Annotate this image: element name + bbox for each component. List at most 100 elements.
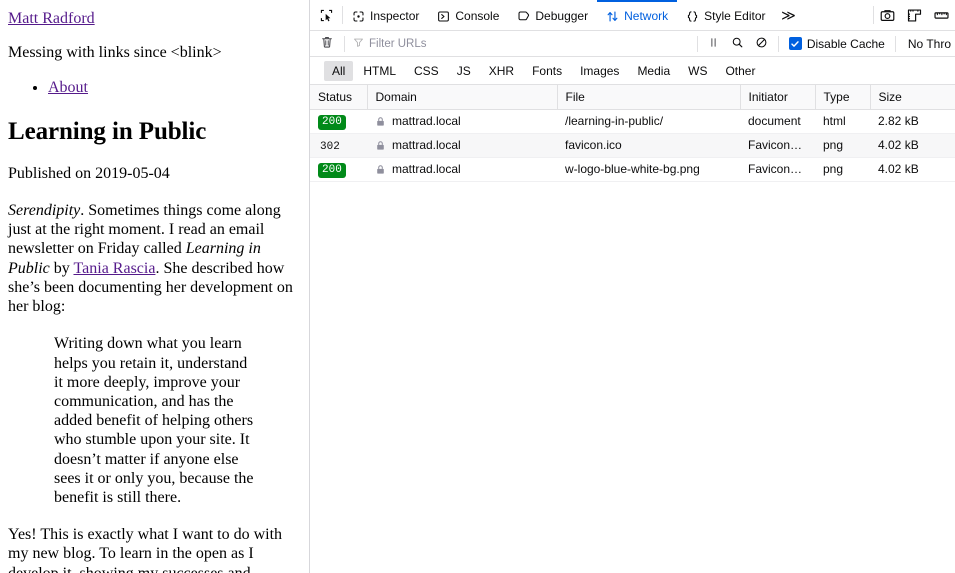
- inspector-icon: [352, 9, 365, 23]
- site-tagline: Messing with links since <blink>: [8, 44, 222, 61]
- nav-link-about[interactable]: About: [48, 79, 88, 96]
- domain-wrapper: mattrad.local: [375, 114, 549, 128]
- table-row[interactable]: 302 mattrad.local favicon.ico FaviconLo……: [310, 133, 955, 158]
- table-row[interactable]: 200 mattrad.local: [310, 157, 955, 182]
- site-title-link[interactable]: Matt Radford: [8, 10, 95, 28]
- pause-recording-button[interactable]: [702, 33, 726, 55]
- cell-initiator: document: [740, 109, 815, 134]
- toolbar-divider: [344, 35, 345, 52]
- cell-type: html: [815, 109, 870, 134]
- cell-type: png: [815, 157, 870, 182]
- funnel-icon: [353, 37, 364, 51]
- responsive-design-mode-icon[interactable]: [901, 0, 928, 30]
- cell-initiator[interactable]: FaviconLo…: [740, 157, 815, 182]
- devtools-toolbar-right: [873, 0, 955, 30]
- column-header-size[interactable]: Size: [870, 85, 955, 110]
- toolbar-divider: [894, 35, 896, 52]
- cell-status: 200: [310, 157, 367, 182]
- cell-initiator[interactable]: FaviconLo…: [740, 133, 815, 158]
- filter-pill-media[interactable]: Media: [629, 61, 678, 81]
- intro-lead-emphasis: Serendipity: [8, 202, 81, 220]
- table-row[interactable]: 200 mattrad.local: [310, 109, 955, 134]
- filter-pill-xhr[interactable]: XHR: [481, 61, 522, 81]
- filter-pill-css[interactable]: CSS: [406, 61, 447, 81]
- intro-paragraph: Serendipity. Sometimes things come along…: [8, 201, 301, 316]
- browser-window: Matt Radford Messing with links since <b…: [0, 0, 955, 573]
- network-requests-table-container: Status Domain File Initiator Type Size 2…: [310, 85, 955, 573]
- tab-label: Debugger: [535, 9, 589, 23]
- tab-label: Style Editor: [704, 9, 766, 23]
- search-icon: [731, 36, 744, 52]
- tab-label: Console: [455, 9, 500, 23]
- table-body: 200 mattrad.local /learning-in-public/ d…: [310, 109, 955, 182]
- cell-size: 4.02 kB: [870, 133, 955, 158]
- tab-style-editor[interactable]: Style Editor: [677, 0, 774, 30]
- trash-icon: [320, 35, 334, 52]
- tab-label: Inspector: [370, 9, 420, 23]
- site-nav-list: About: [8, 78, 301, 97]
- toolbar-divider: [696, 35, 698, 52]
- filter-pill-other[interactable]: Other: [717, 61, 763, 81]
- filter-pill-js[interactable]: JS: [449, 61, 479, 81]
- disable-cache-checkbox[interactable]: Disable Cache: [783, 37, 891, 51]
- search-requests-button[interactable]: [726, 33, 750, 55]
- filter-pill-html[interactable]: HTML: [355, 61, 404, 81]
- request-type-filters: All HTML CSS JS XHR Fonts Images Media W…: [310, 57, 955, 85]
- filter-pill-ws[interactable]: WS: [680, 61, 715, 81]
- network-icon: [606, 10, 619, 23]
- filter-urls-input[interactable]: Filter URLs: [349, 34, 693, 54]
- list-item: About: [48, 78, 301, 97]
- column-header-status[interactable]: Status: [310, 85, 368, 110]
- console-icon: [437, 10, 450, 23]
- tab-console[interactable]: Console: [428, 0, 508, 30]
- filter-pill-all[interactable]: All: [324, 60, 354, 81]
- cell-file: w-logo-blue-white-bg.png: [557, 157, 740, 182]
- tab-label: Network: [624, 9, 669, 23]
- closing-paragraph: Yes! This is exactly what I want to do w…: [8, 526, 283, 573]
- domain-wrapper: mattrad.local: [375, 138, 549, 152]
- published-date: Published on 2019-05-04: [8, 165, 170, 183]
- tab-inspector[interactable]: Inspector: [343, 0, 428, 30]
- element-picker-icon[interactable]: [310, 0, 342, 30]
- lock-icon: [375, 164, 386, 175]
- filter-urls-placeholder: Filter URLs: [369, 37, 427, 50]
- blockquote-text: Writing down what you learn helps you re…: [54, 335, 254, 506]
- status-badge: 200: [318, 114, 346, 130]
- tania-rascia-link[interactable]: Tania Rascia: [73, 260, 155, 277]
- debugger-icon: [517, 10, 530, 23]
- domain-text: mattrad.local: [392, 138, 461, 152]
- domain-wrapper: mattrad.local: [375, 162, 549, 176]
- domain-text: mattrad.local: [392, 114, 461, 128]
- lock-icon: [375, 116, 386, 127]
- style-editor-icon: [686, 10, 699, 23]
- filter-pill-images[interactable]: Images: [572, 61, 627, 81]
- page-title: Learning in Public: [8, 117, 207, 145]
- tabs-overflow-icon[interactable]: ≫: [774, 0, 802, 30]
- toolbar-divider: [777, 35, 779, 52]
- status-badge: 200: [318, 162, 346, 178]
- throttling-dropdown[interactable]: No Thro: [900, 37, 951, 51]
- clear-requests-button[interactable]: [314, 33, 340, 55]
- block-requests-button[interactable]: [750, 33, 774, 55]
- intro-text-part2: by: [49, 259, 74, 277]
- pause-icon: [707, 36, 720, 52]
- column-header-file[interactable]: File: [557, 85, 741, 110]
- filter-pill-fonts[interactable]: Fonts: [524, 61, 570, 81]
- cell-domain: mattrad.local: [367, 157, 557, 182]
- table-header-row: Status Domain File Initiator Type Size: [310, 85, 955, 110]
- devtools-tabs: Inspector Console Debugger Network Style…: [343, 0, 802, 30]
- network-requests-table: Status Domain File Initiator Type Size 2…: [310, 85, 955, 182]
- tab-debugger[interactable]: Debugger: [508, 0, 597, 30]
- screenshot-icon[interactable]: [874, 0, 901, 30]
- cell-type: png: [815, 133, 870, 158]
- domain-text: mattrad.local: [392, 162, 461, 176]
- block-icon: [755, 36, 768, 52]
- table-header: Status Domain File Initiator Type Size: [310, 85, 955, 110]
- cell-size: 4.02 kB: [870, 157, 955, 182]
- measure-tool-icon[interactable]: [928, 0, 955, 30]
- column-header-type[interactable]: Type: [815, 85, 871, 110]
- checkbox-checked-icon: [788, 37, 802, 50]
- column-header-domain[interactable]: Domain: [367, 85, 558, 110]
- column-header-initiator[interactable]: Initiator: [740, 85, 816, 110]
- tab-network[interactable]: Network: [597, 0, 678, 30]
